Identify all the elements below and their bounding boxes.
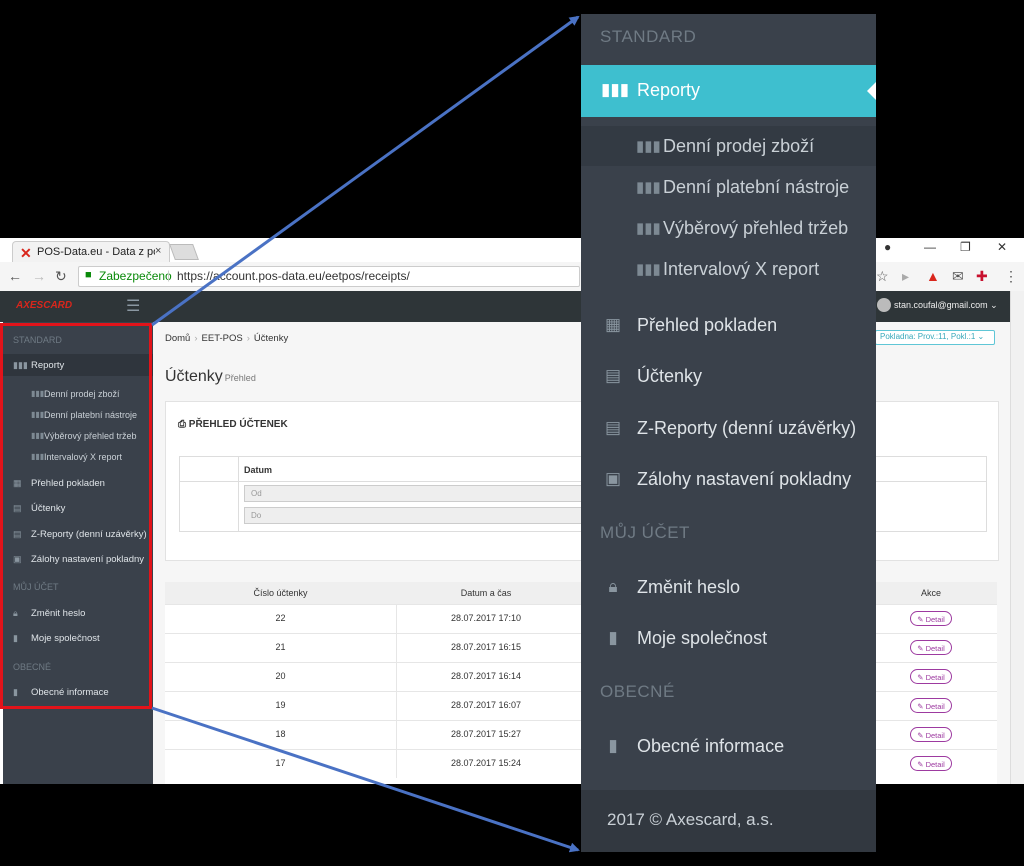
lock-icon: 🔒︎ [608,577,618,596]
sidebar-item-label: Zálohy nastavení pokladny [637,469,852,489]
bar-chart-icon: ▮▮▮ [636,138,661,155]
bar-chart-icon: ▮▮▮ [636,179,661,196]
sidebar-item-label: Denní prodej zboží [663,136,815,156]
sidebar-subitem-denni-platebni[interactable]: ▮▮▮ Denní platební nástroje [581,167,876,207]
sidebar-item-zalohy[interactable]: ▣ Zálohy nastavení pokladny [581,454,876,506]
sidebar-subitem-vyberovy[interactable]: ▮▮▮ Výběrový přehled tržeb [581,208,876,248]
sidebar-item-label: Intervalový X report [663,259,820,279]
sidebar-item-reporty[interactable]: ▮▮▮ Reporty [581,65,876,117]
sidebar-item-label: Obecné informace [637,736,785,756]
sidebar-item-label: Účtenky [637,366,703,386]
arrow-to-bottom [151,706,580,853]
bar-chart-icon: ▮▮▮ [636,261,661,278]
sidebar-section-obecne: OBECNÉ [600,682,675,701]
book-icon: ▤ [604,366,622,385]
sidebar-item-moje-spolecnost[interactable]: ▮ Moje společnost [581,613,876,665]
arrow-to-top [151,15,580,327]
sidebar-item-label: Reporty [637,80,701,100]
bar-chart-icon: ▮▮▮ [636,220,661,237]
sidebar-item-label: Změnit heslo [637,577,741,597]
floppy-disk-icon: ▣ [604,469,622,488]
sidebar-item-label: Denní platební nástroje [663,177,850,197]
sidebar-item-obecne-informace[interactable]: ▮ Obecné informace [581,721,876,773]
calculator-icon: ▦ [604,315,622,334]
active-caret-icon [867,82,876,100]
sidebar-item-prehled-pokladen[interactable]: ▦ Přehled pokladen [581,300,876,352]
book-icon: ▤ [604,418,622,437]
sidebar-item-label: Moje společnost [637,628,768,648]
sidebar-section-standard: STANDARD [600,27,697,46]
zoomed-sidebar: STANDARD ▮▮▮ Reporty ▮▮▮ Denní prodej zb… [581,14,876,852]
sidebar-footer: 2017 © Axescard, a.s. [581,790,876,852]
sidebar-item-label: Přehled pokladen [637,315,778,335]
copyright-text: 2017 © Axescard, a.s. [607,810,774,829]
sidebar-subitem-intervalovy[interactable]: ▮▮▮ Intervalový X report [581,249,876,289]
sidebar-section-muj-ucet: MŮJ ÚČET [600,523,690,542]
sidebar-subitem-denni-prodej[interactable]: ▮▮▮ Denní prodej zboží [581,126,876,166]
building-icon: ▮ [608,628,618,647]
sidebar-item-zmenit-heslo[interactable]: 🔒︎ Změnit heslo [581,562,876,614]
sidebar-item-z-reporty[interactable]: ▤ Z-Reporty (denní uzávěrky) [581,403,876,455]
sidebar-item-label: Z-Reporty (denní uzávěrky) [637,418,857,438]
sidebar-item-uctenky[interactable]: ▤ Účtenky [581,351,876,403]
sidebar-item-label: Výběrový přehled tržeb [663,218,849,238]
building-icon: ▮ [608,736,618,755]
bar-chart-icon: ▮▮▮ [601,80,630,99]
